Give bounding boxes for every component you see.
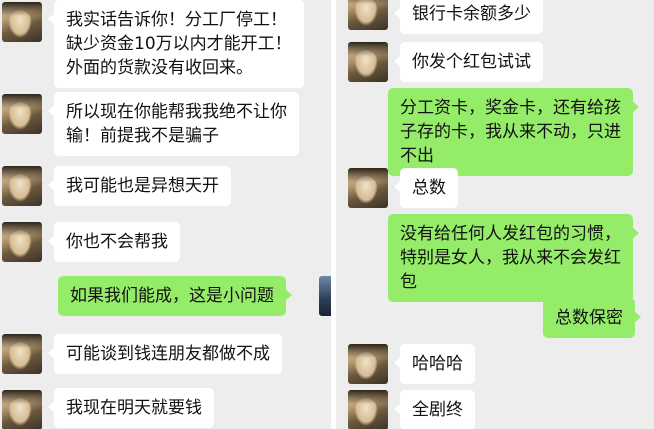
outgoing-message: 如果我们能成，这是小问题 bbox=[58, 276, 292, 316]
contact-avatar[interactable] bbox=[348, 390, 388, 429]
message-line: 我可能也是异想天开 bbox=[66, 176, 219, 196]
incoming-message: 可能谈到钱连朋友都做不成 bbox=[48, 334, 282, 374]
contact-avatar[interactable] bbox=[2, 222, 42, 262]
message-line: 哈哈哈 bbox=[412, 354, 463, 374]
contact-avatar[interactable] bbox=[2, 2, 42, 42]
contact-avatar[interactable] bbox=[348, 0, 388, 30]
message-line: 子存的卡，我从来不动，只进 bbox=[400, 122, 621, 142]
outgoing-message: 分工资卡，奖金卡，还有给孩 子存的卡，我从来不动，只进 不出 bbox=[388, 88, 639, 176]
message-line: 缺少资金10万以内才能开工！ bbox=[66, 34, 292, 54]
incoming-message: 全剧终 bbox=[394, 390, 475, 429]
contact-avatar[interactable] bbox=[2, 166, 42, 206]
contact-avatar[interactable] bbox=[2, 390, 42, 429]
message-line: 如果我们能成，这是小问题 bbox=[70, 286, 274, 306]
message-line: 包 bbox=[400, 272, 417, 292]
message-line: 总数 bbox=[412, 178, 446, 198]
message-line: 输！前提我不是骗子 bbox=[66, 126, 219, 146]
message-line: 总数保密 bbox=[555, 308, 623, 328]
message-line: 没有给任何人发红包的习惯， bbox=[400, 224, 621, 244]
message-line: 我实话告诉你！分工厂停工！ bbox=[66, 10, 287, 30]
message-line: 分工资卡，奖金卡，还有给孩 bbox=[400, 98, 621, 118]
message-line: 你也不会帮我 bbox=[66, 232, 168, 252]
contact-avatar[interactable] bbox=[348, 168, 388, 208]
incoming-message: 哈哈哈 bbox=[394, 344, 475, 384]
message-line: 全剧终 bbox=[412, 400, 463, 420]
message-line: 不出 bbox=[400, 146, 434, 166]
contact-avatar[interactable] bbox=[2, 334, 42, 374]
chat-panel-left: 我实话告诉你！分工厂停工！ 缺少资金10万以内才能开工！ 外面的货款没有收回来。… bbox=[0, 0, 331, 429]
message-line: 外面的货款没有收回来。 bbox=[66, 58, 253, 78]
contact-avatar[interactable] bbox=[348, 344, 388, 384]
contact-avatar[interactable] bbox=[2, 94, 42, 134]
outgoing-message: 没有给任何人发红包的习惯， 特别是女人，我从来不会发红 包 bbox=[388, 214, 639, 302]
message-line: 我现在明天就要钱 bbox=[66, 398, 202, 418]
chat-panel-right: 银行卡余额多少 你发个红包试试 分工资卡，奖金卡，还有给孩 子存的卡，我从来不动… bbox=[336, 0, 654, 429]
incoming-message: 总数 bbox=[394, 168, 458, 208]
message-line: 特别是女人，我从来不会发红 bbox=[400, 248, 621, 268]
incoming-message: 你也不会帮我 bbox=[48, 222, 180, 262]
message-line: 你发个红包试试 bbox=[412, 52, 531, 72]
incoming-message: 我可能也是异想天开 bbox=[48, 166, 231, 206]
self-avatar[interactable] bbox=[319, 276, 331, 316]
incoming-message: 所以现在你能帮我我绝不让你 输！前提我不是骗子 bbox=[48, 92, 299, 156]
message-line: 所以现在你能帮我我绝不让你 bbox=[66, 102, 287, 122]
incoming-message: 我实话告诉你！分工厂停工！ 缺少资金10万以内才能开工！ 外面的货款没有收回来。 bbox=[48, 0, 304, 88]
incoming-message: 我现在明天就要钱 bbox=[48, 388, 214, 428]
outgoing-message: 总数保密 bbox=[543, 298, 641, 338]
message-line: 银行卡余额多少 bbox=[412, 4, 531, 24]
incoming-message: 银行卡余额多少 bbox=[394, 0, 543, 34]
message-line: 可能谈到钱连朋友都做不成 bbox=[66, 344, 270, 364]
contact-avatar[interactable] bbox=[348, 42, 388, 82]
incoming-message: 你发个红包试试 bbox=[394, 42, 543, 82]
